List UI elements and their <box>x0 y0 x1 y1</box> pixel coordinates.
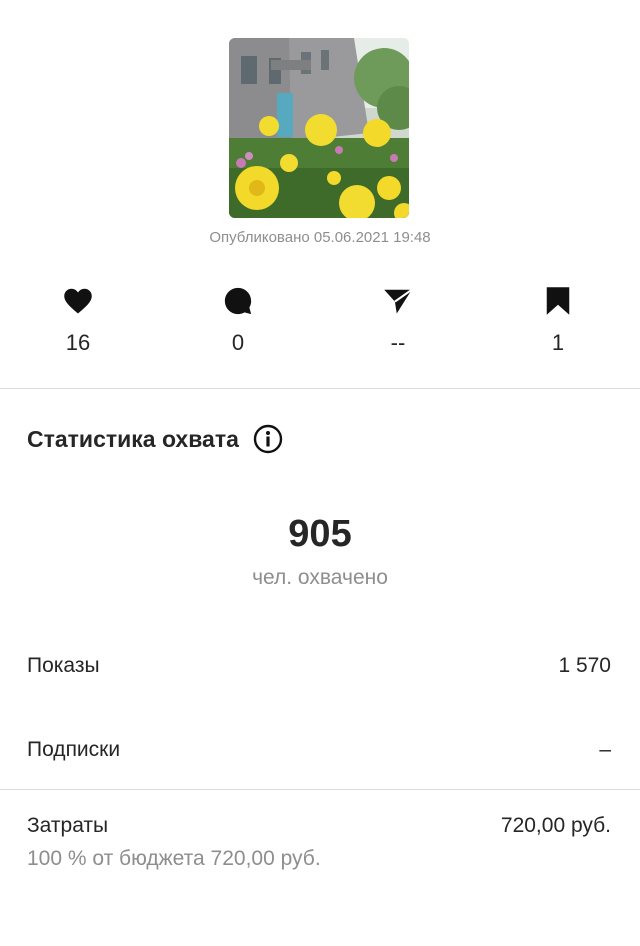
impressions-row: Показы 1 570 <box>27 654 611 678</box>
spend-budget-note: 100 % от бюджета 720,00 руб. <box>27 847 321 870</box>
shares-metric[interactable]: -- <box>338 286 458 356</box>
spend-label: Затраты <box>27 814 109 837</box>
reach-count: 905 <box>288 513 352 555</box>
comment-icon <box>178 286 298 316</box>
reach-label: чел. охвачено <box>252 566 388 589</box>
reach-section-title: Статистика охвата <box>27 424 283 454</box>
divider <box>0 789 640 790</box>
comments-count: 0 <box>231 330 245 355</box>
post-image <box>229 38 409 218</box>
impressions-label: Показы <box>27 654 100 677</box>
saves-count: 1 <box>551 330 565 355</box>
reach-title-text: Статистика охвата <box>27 425 239 452</box>
impressions-value: 1 570 <box>558 654 611 677</box>
engagement-metrics: 16 0 -- 1 <box>0 286 640 366</box>
spend-row: Затраты 720,00 руб. <box>27 814 611 838</box>
divider <box>0 388 640 389</box>
follows-row: Подписки – <box>27 738 611 762</box>
likes-count: 16 <box>65 330 91 355</box>
spend-value: 720,00 руб. <box>500 814 611 837</box>
heart-icon <box>18 286 138 316</box>
likes-metric[interactable]: 16 <box>18 286 138 356</box>
follows-label: Подписки <box>27 738 121 761</box>
comments-metric[interactable]: 0 <box>178 286 298 356</box>
info-icon[interactable] <box>253 424 283 454</box>
bookmark-icon <box>498 286 618 316</box>
follows-value: – <box>599 738 611 761</box>
share-icon <box>338 286 458 316</box>
shares-count: -- <box>390 330 406 355</box>
saves-metric[interactable]: 1 <box>498 286 618 356</box>
published-date: Опубликовано 05.06.2021 19:48 <box>209 229 431 246</box>
post-thumbnail[interactable] <box>229 38 409 218</box>
